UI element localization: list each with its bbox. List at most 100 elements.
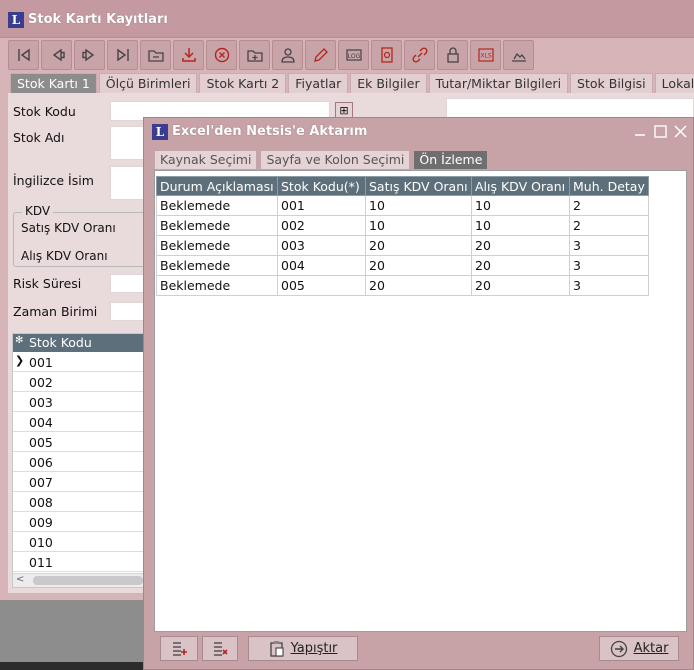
list-item[interactable]: 011 <box>13 552 148 572</box>
add-rows-button[interactable] <box>160 636 198 661</box>
stok-kodu-list: ✻ Stok Kodu ❯ 001 002 003 004 005 006 007… <box>12 333 148 588</box>
list-item[interactable]: 004 <box>13 412 148 432</box>
stok-adi-label: Stok Adı <box>13 130 65 145</box>
scroll-left-icon[interactable]: < <box>16 574 24 585</box>
tab-stok-karti-2[interactable]: Stok Kartı 2 <box>199 73 287 93</box>
image-button[interactable] <box>503 40 534 70</box>
edit-button[interactable] <box>305 40 336 70</box>
list-item-value: 008 <box>29 495 53 510</box>
table-cell: 20 <box>365 235 472 256</box>
table-cell: 20 <box>471 235 570 256</box>
column-header[interactable]: Satış KDV Oranı <box>365 176 472 196</box>
maximize-icon <box>653 124 667 138</box>
list-item[interactable]: 010 <box>13 532 148 552</box>
table-cell: 3 <box>569 235 649 256</box>
tab-stok-karti-1[interactable]: Stok Kartı 1 <box>10 73 97 93</box>
clipboard-icon <box>269 640 284 657</box>
folder-button[interactable] <box>140 40 171 70</box>
table-header-row: Durum Açıklaması Stok Kodu(*) Satış KDV … <box>156 176 649 196</box>
list-item[interactable]: 007 <box>13 472 148 492</box>
list-item[interactable]: ❯ 001 <box>13 352 148 372</box>
list-item-value: 003 <box>29 395 53 410</box>
column-header[interactable]: Muh. Detay <box>569 176 649 196</box>
table-row[interactable]: Beklemede 005 20 20 3 <box>156 275 649 296</box>
aktar-button-label: Aktar <box>633 641 669 656</box>
list-item[interactable]: 008 <box>13 492 148 512</box>
last-record-button[interactable] <box>107 40 138 70</box>
scrollbar-thumb[interactable] <box>33 576 143 585</box>
download-icon <box>181 48 196 62</box>
delete-button[interactable] <box>206 40 237 70</box>
tab-fiyatlar[interactable]: Fiyatlar <box>288 73 349 93</box>
column-header[interactable]: Durum Açıklaması <box>156 176 278 196</box>
stok-kodu-label: Stok Kodu <box>13 104 76 119</box>
table-row[interactable]: Beklemede 004 20 20 3 <box>156 255 649 276</box>
tab-kaynak-secimi[interactable]: Kaynak Seçimi <box>154 150 258 169</box>
preview-table: Durum Açıklaması Stok Kodu(*) Satış KDV … <box>156 176 649 296</box>
list-item-value: 011 <box>29 555 53 570</box>
first-icon <box>17 48 30 62</box>
list-item[interactable]: 009 <box>13 512 148 532</box>
horizontal-scrollbar[interactable]: < <box>13 573 146 587</box>
tab-ek-bilgiler[interactable]: Ek Bilgiler <box>350 73 427 93</box>
column-header[interactable]: Stok Kodu(*) <box>277 176 366 196</box>
filter-star-icon: ✻ <box>15 335 24 346</box>
list-item[interactable]: 003 <box>13 392 148 412</box>
next-record-button[interactable] <box>74 40 105 70</box>
table-row[interactable]: Beklemede 001 10 10 2 <box>156 195 649 216</box>
window-title: Stok Kartı Kayıtları <box>28 12 168 27</box>
list-item-value: 001 <box>29 355 53 370</box>
list-item[interactable]: 005 <box>13 432 148 452</box>
report-icon <box>380 47 393 63</box>
excel-aktarim-dialog: L Excel'den Netsis'e Aktarım Kaynak Seçi… <box>143 117 694 670</box>
link-icon <box>411 47 428 63</box>
xls-button[interactable]: XLS <box>470 40 501 70</box>
column-header[interactable]: Alış KDV Oranı <box>471 176 570 196</box>
tab-sayfa-kolon-secimi[interactable]: Sayfa ve Kolon Seçimi <box>260 150 411 169</box>
title-bar: L Stok Kartı Kayıtları <box>0 0 694 38</box>
list-item-value: 010 <box>29 535 53 550</box>
table-cell: Beklemede <box>156 195 278 216</box>
tab-on-izleme[interactable]: Ön İzleme <box>413 150 489 169</box>
first-record-button[interactable] <box>8 40 39 70</box>
svg-text:LOG: LOG <box>347 53 360 60</box>
table-cell: 20 <box>365 255 472 276</box>
prev-record-button[interactable] <box>41 40 72 70</box>
table-cell: 2 <box>569 195 649 216</box>
next-icon <box>81 48 94 62</box>
app-logo-icon: L <box>152 124 168 140</box>
xls-icon: XLS <box>477 48 494 62</box>
list-item[interactable]: 006 <box>13 452 148 472</box>
alis-kdv-label: Alış KDV Oranı <box>21 249 108 263</box>
dialog-title-bar: L Excel'den Netsis'e Aktarım <box>144 118 693 146</box>
tab-stok-bilgisi[interactable]: Stok Bilgisi <box>570 73 653 93</box>
delete-rows-button[interactable] <box>202 636 238 661</box>
add-folder-button[interactable] <box>239 40 270 70</box>
table-cell: Beklemede <box>156 255 278 276</box>
tab-tutar-miktar[interactable]: Tutar/Miktar Bilgileri <box>428 73 569 93</box>
list-header[interactable]: ✻ Stok Kodu <box>13 334 148 352</box>
lock-button[interactable] <box>437 40 468 70</box>
log-button[interactable]: LOG <box>338 40 369 70</box>
user-button[interactable] <box>272 40 303 70</box>
table-row[interactable]: Beklemede 003 20 20 3 <box>156 235 649 256</box>
close-button[interactable] <box>671 122 689 140</box>
table-row[interactable]: Beklemede 002 10 10 2 <box>156 215 649 236</box>
list-item-value: 005 <box>29 435 53 450</box>
tab-olcu-birimleri[interactable]: Ölçü Birimleri <box>98 73 198 93</box>
aktar-button[interactable]: Aktar <box>599 636 679 661</box>
paste-button[interactable]: Yapıştır <box>248 636 358 661</box>
list-item[interactable]: 002 <box>13 372 148 392</box>
add-rows-icon <box>173 641 187 656</box>
download-button[interactable] <box>173 40 204 70</box>
table-cell: 004 <box>277 255 366 276</box>
minimize-icon <box>635 134 645 136</box>
report-button[interactable] <box>371 40 402 70</box>
minimize-button[interactable] <box>631 122 649 140</box>
dialog-tabs: Kaynak Seçimi Sayfa ve Kolon Seçimi Ön İ… <box>154 150 489 170</box>
tab-lokal[interactable]: Lokal D <box>654 73 694 93</box>
table-cell: Beklemede <box>156 215 278 236</box>
maximize-button[interactable] <box>651 122 669 140</box>
preview-panel: Durum Açıklaması Stok Kodu(*) Satış KDV … <box>154 170 687 632</box>
link-button[interactable] <box>404 40 435 70</box>
